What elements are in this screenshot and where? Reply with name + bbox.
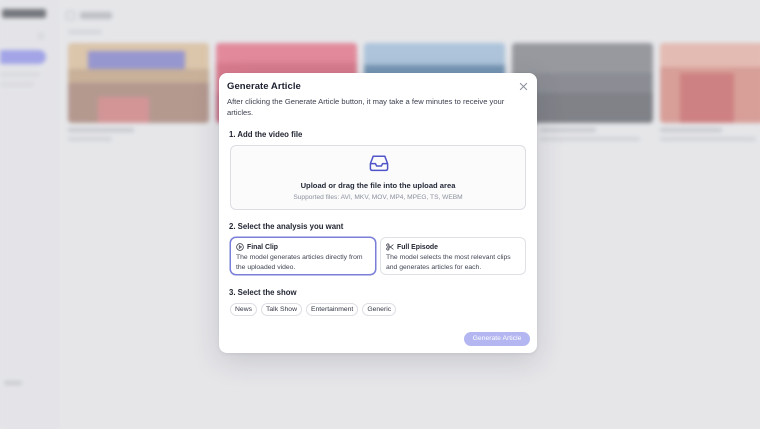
option-full-episode[interactable]: Full Episode The model selects the most … [380, 237, 526, 275]
close-button[interactable] [517, 80, 529, 92]
option-title: Full Episode [397, 243, 438, 251]
scissors-icon [386, 243, 394, 251]
section-title-show: 3. Select the show [229, 288, 297, 297]
option-description: The model selects the most relevant clip… [386, 254, 511, 271]
chip-generic[interactable]: Generic [362, 303, 397, 316]
generate-article-modal: Generate Article After clicking the Gene… [219, 73, 537, 353]
section-title-analysis: 2. Select the analysis you want [229, 222, 344, 231]
section-title-add-video: 1. Add the video file [229, 130, 303, 139]
play-circle-icon [236, 243, 244, 251]
option-final-clip[interactable]: Final Clip The model generates articles … [230, 237, 376, 275]
upload-title: Upload or drag the file into the upload … [300, 181, 456, 190]
close-icon [519, 82, 527, 90]
generate-article-button[interactable]: Generate Article [464, 332, 530, 346]
show-chip-group: News Talk Show Entertainment Generic [230, 303, 397, 316]
inbox-tray-icon [369, 155, 389, 172]
chip-news[interactable]: News [230, 303, 257, 316]
option-description: The model generates articles directly fr… [236, 254, 363, 271]
option-title: Final Clip [247, 243, 279, 251]
chip-entertainment[interactable]: Entertainment [305, 303, 359, 316]
modal-title: Generate Article [227, 81, 301, 92]
upload-dropzone[interactable]: Upload or drag the file into the upload … [230, 145, 526, 210]
chip-talk-show[interactable]: Talk Show [261, 303, 302, 316]
supported-files-hint: Supported files: AVI, MKV, MOV, MP4, MPE… [293, 194, 463, 201]
modal-description: After clicking the Generate Article butt… [227, 97, 505, 117]
